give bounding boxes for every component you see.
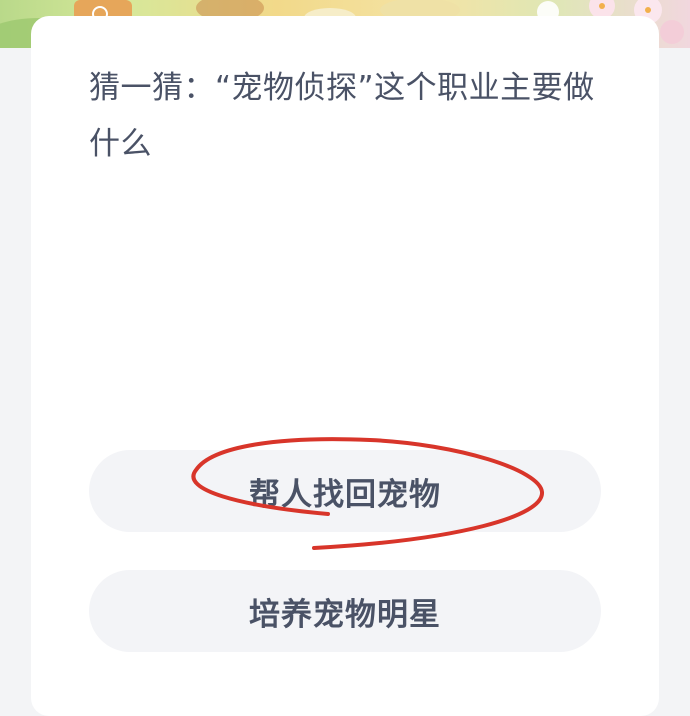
answer-option-train-pet-stars[interactable]: 培养宠物明星: [89, 570, 601, 652]
answer-option-find-pets[interactable]: 帮人找回宠物: [89, 450, 601, 532]
question-text: 猜一猜：“宠物侦探”这个职业主要做什么: [89, 70, 595, 162]
